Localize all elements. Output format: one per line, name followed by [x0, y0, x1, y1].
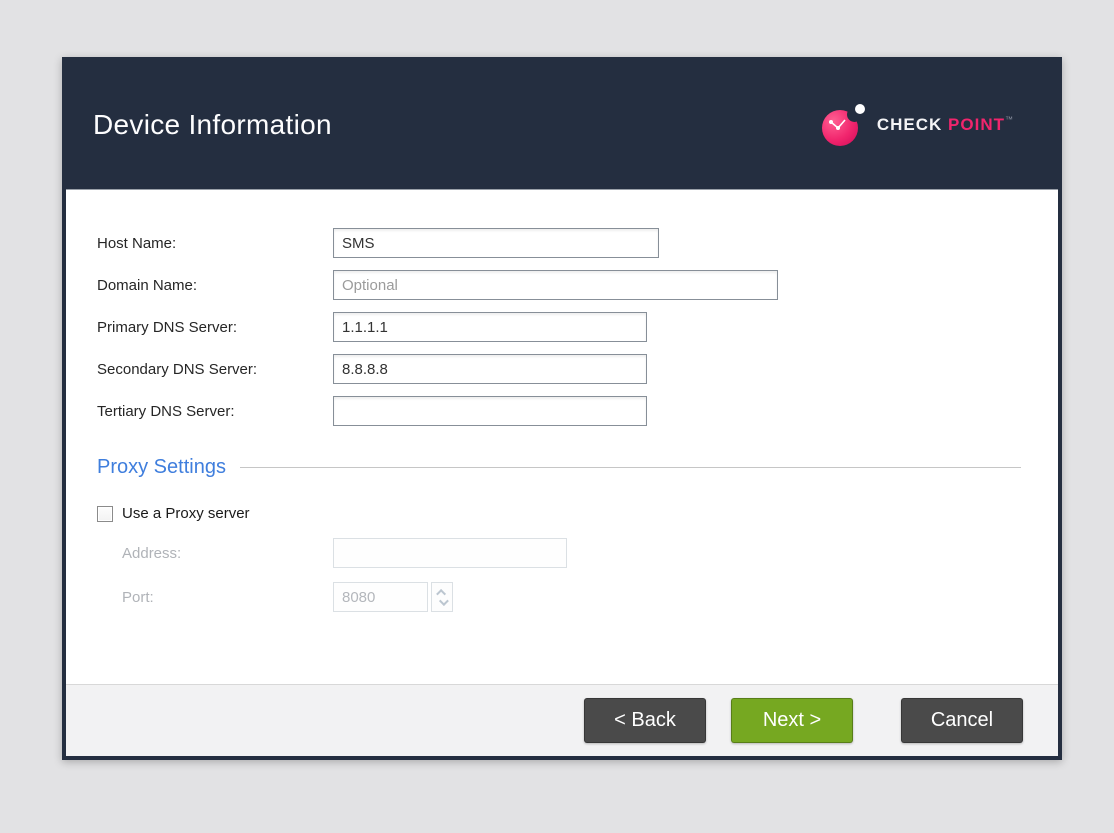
- constellation-icon: [828, 119, 846, 130]
- secondary-dns-label: Secondary DNS Server:: [97, 360, 258, 378]
- primary-dns-input[interactable]: [333, 312, 647, 342]
- checkpoint-logo: CHECK POINT™: [821, 104, 1014, 146]
- use-proxy-row: Use a Proxy server: [97, 505, 1021, 522]
- use-proxy-label: Use a Proxy server: [122, 505, 250, 522]
- use-proxy-checkbox[interactable]: [97, 505, 113, 522]
- proxy-settings-section-header: Proxy Settings: [97, 456, 1021, 479]
- proxy-port-row: Port:: [97, 582, 1021, 612]
- secondary-dns-row: Secondary DNS Server:: [97, 354, 1021, 384]
- checkpoint-logo-icon: [821, 104, 868, 146]
- primary-dns-label: Primary DNS Server:: [97, 318, 238, 336]
- host-name-label: Host Name:: [97, 234, 177, 252]
- domain-name-label: Domain Name:: [97, 276, 198, 294]
- host-name-row: Host Name:: [97, 228, 1021, 258]
- domain-name-row: Domain Name:: [97, 270, 1021, 300]
- proxy-address-input: [333, 538, 567, 568]
- tertiary-dns-row: Tertiary DNS Server:: [97, 396, 1021, 426]
- domain-name-input[interactable]: [333, 270, 778, 300]
- dialog-body: Host Name: Domain Name: Primary DNS Serv…: [66, 190, 1058, 684]
- proxy-address-row: Address:: [97, 538, 1021, 568]
- port-spinner: [431, 582, 453, 612]
- proxy-settings-title: Proxy Settings: [97, 456, 226, 478]
- proxy-address-label: Address:: [122, 544, 182, 562]
- tertiary-dns-label: Tertiary DNS Server:: [97, 402, 235, 420]
- back-button[interactable]: < Back: [584, 698, 706, 743]
- cancel-button[interactable]: Cancel: [901, 698, 1023, 743]
- dialog-header: Device Information CHECK POINT™: [66, 61, 1058, 190]
- proxy-port-input: [333, 582, 428, 612]
- next-button[interactable]: Next >: [731, 698, 853, 743]
- proxy-port-label: Port:: [122, 588, 154, 606]
- primary-dns-row: Primary DNS Server:: [97, 312, 1021, 342]
- device-information-dialog: Device Information CHECK POINT™ Host Nam…: [62, 57, 1062, 760]
- checkpoint-logo-text: CHECK POINT™: [876, 115, 1014, 134]
- tertiary-dns-input[interactable]: [333, 396, 647, 426]
- secondary-dns-input[interactable]: [333, 354, 647, 384]
- page-title: Device Information: [93, 109, 332, 140]
- host-name-input[interactable]: [333, 228, 659, 258]
- section-divider: [239, 467, 1021, 468]
- dialog-footer: < Back Next > Cancel: [66, 684, 1058, 756]
